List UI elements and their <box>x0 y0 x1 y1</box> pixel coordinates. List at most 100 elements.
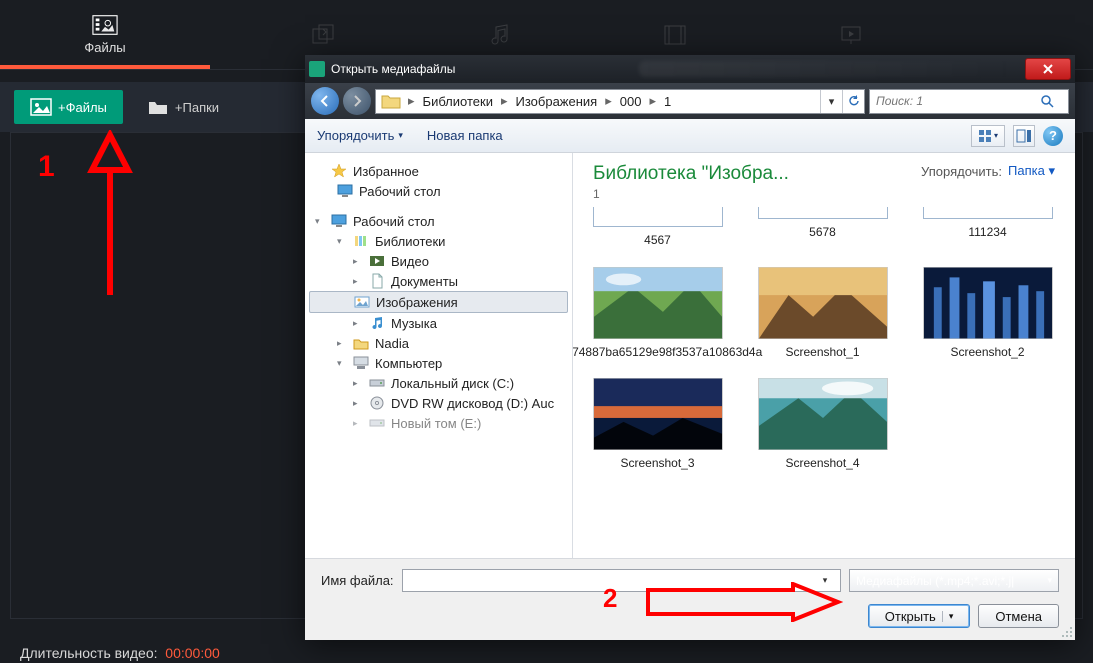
desktop-icon <box>331 213 347 229</box>
tree-libraries[interactable]: ▾ Библиотеки <box>305 231 572 251</box>
file-item[interactable]: Screenshot_3 <box>585 378 730 472</box>
open-button[interactable]: Открыть ▾ <box>868 604 971 628</box>
open-split-dropdown[interactable]: ▾ <box>942 611 954 622</box>
pictures-icon <box>354 294 370 310</box>
open-file-dialog: Открыть медиафайлы ▸ Библиотеки ▸ Изобра… <box>305 55 1075 640</box>
tree-desktop[interactable]: ▾ Рабочий стол <box>305 211 572 231</box>
thumbnails-icon <box>978 129 992 143</box>
add-folders-button[interactable]: +Папки <box>133 90 233 124</box>
annotation-arrow-1 <box>80 130 140 300</box>
nav-forward-button[interactable] <box>343 87 371 115</box>
organize-label: Упорядочить <box>317 128 394 143</box>
image-thumb <box>758 378 888 450</box>
dvd-icon <box>369 395 385 411</box>
arrow-left-icon <box>318 94 332 108</box>
titlebar: Открыть медиафайлы <box>305 55 1075 83</box>
dialog-footer: Имя файла: 2 ▾ Медиафайлы (*.mp4;*.avi;*… <box>305 558 1075 640</box>
files-tab-icon <box>91 14 119 36</box>
close-icon <box>1042 64 1054 74</box>
overlay-icon <box>310 23 336 47</box>
tree-dvd[interactable]: ▸ DVD RW дисковод (D:) Auc <box>305 393 572 413</box>
presentation-icon <box>838 23 864 47</box>
files-header: Библиотека "Изобра... 1 Упорядочить: Пап… <box>573 153 1075 201</box>
user-folder-icon <box>353 335 369 351</box>
music-icon <box>486 23 512 47</box>
filmstrip-icon <box>662 23 688 47</box>
file-thumb <box>593 207 723 227</box>
close-button[interactable] <box>1025 58 1071 80</box>
tree-music[interactable]: ▸ Музыка <box>305 313 572 333</box>
title-blur <box>639 61 1019 77</box>
library-subtitle: 1 <box>593 187 911 201</box>
filter-select[interactable]: Медиафайлы (*.mp4;*.avi;*.j| ▾ <box>849 569 1059 592</box>
view-mode-button[interactable]: ▾ <box>971 125 1005 147</box>
add-files-button[interactable]: +Файлы <box>14 90 123 124</box>
computer-icon <box>353 355 369 371</box>
crumb-2[interactable]: 000 <box>614 90 648 113</box>
files-pane: Библиотека "Изобра... 1 Упорядочить: Пап… <box>573 153 1075 558</box>
tree-desktop-fav[interactable]: Рабочий стол <box>305 181 572 201</box>
annotation-2: 2 <box>603 583 617 614</box>
address-dropdown[interactable]: ▾ <box>820 90 842 113</box>
preview-pane-button[interactable] <box>1013 125 1035 147</box>
nav-row: ▸ Библиотеки ▸ Изображения ▸ 000 ▸ 1 ▾ <box>305 83 1075 119</box>
drive-icon <box>369 415 385 431</box>
image-thumb <box>758 267 888 339</box>
preview-pane-icon <box>1014 126 1034 146</box>
status-bar: Длительность видео: 00:00:00 <box>20 645 220 661</box>
file-item[interactable]: 5678 <box>750 207 895 241</box>
tree-computer[interactable]: ▾ Компьютер <box>305 353 572 373</box>
tree-favorites[interactable]: Избранное <box>305 161 572 181</box>
arrange-by: Упорядочить: Папка ▾ <box>921 163 1055 179</box>
arrow-right-icon <box>350 94 364 108</box>
dialog-title: Открыть медиафайлы <box>331 62 633 76</box>
image-thumb <box>593 267 723 339</box>
annotation-1: 1 <box>38 150 55 184</box>
new-folder-button[interactable]: Новая папка <box>427 128 503 143</box>
new-folder-label: Новая папка <box>427 128 503 143</box>
help-button[interactable]: ? <box>1043 126 1063 146</box>
file-item[interactable]: Screenshot_2 <box>915 267 1060 361</box>
resize-grip-icon[interactable] <box>1059 624 1073 638</box>
address-bar[interactable]: ▸ Библиотеки ▸ Изображения ▸ 000 ▸ 1 ▾ <box>375 89 865 114</box>
crumb-1[interactable]: Изображения <box>510 90 604 113</box>
image-thumb <box>923 267 1053 339</box>
nav-tree[interactable]: Избранное Рабочий стол ▾ Рабочий стол ▾ … <box>305 153 573 558</box>
image-icon <box>30 98 52 116</box>
arrange-link[interactable]: Папка ▾ <box>1008 163 1055 179</box>
libraries-icon <box>353 233 369 249</box>
status-label: Длительность видео: <box>20 645 158 661</box>
music-lib-icon <box>369 315 385 331</box>
cancel-button[interactable]: Отмена <box>978 604 1059 628</box>
crumb-3[interactable]: 1 <box>658 90 677 113</box>
file-item[interactable]: 4567 <box>585 207 730 249</box>
organize-menu[interactable]: Упорядочить ▾ <box>317 128 403 143</box>
tree-nadia[interactable]: ▸ Nadia <box>305 333 572 353</box>
tab-files[interactable]: Файлы <box>0 0 210 69</box>
tree-videos[interactable]: ▸ Видео <box>305 251 572 271</box>
search-box[interactable] <box>869 89 1069 114</box>
search-icon <box>1040 94 1054 108</box>
tree-local-c[interactable]: ▸ Локальный диск (C:) <box>305 373 572 393</box>
video-lib-icon <box>369 253 385 269</box>
refresh-button[interactable] <box>842 90 864 113</box>
file-item[interactable]: c8974887ba65129e98f3537a10863d4a <box>585 267 730 361</box>
status-timecode: 00:00:00 <box>165 645 220 661</box>
file-item[interactable]: Screenshot_4 <box>750 378 895 472</box>
tree-documents[interactable]: ▸ Документы <box>305 271 572 291</box>
crumb-0[interactable]: Библиотеки <box>417 90 499 113</box>
drive-icon <box>369 375 385 391</box>
library-title: Библиотека "Изобра... <box>593 163 911 185</box>
nav-back-button[interactable] <box>311 87 339 115</box>
thumbnail-area[interactable]: 4567 5678 111234 <box>573 201 1075 558</box>
file-item[interactable]: 111234 <box>915 207 1060 241</box>
tree-pictures[interactable]: Изображения <box>309 291 568 313</box>
folder-small-icon <box>380 92 402 110</box>
file-item[interactable]: Screenshot_1 <box>750 267 895 361</box>
tree-new-e[interactable]: ▸ Новый том (E:) <box>305 413 572 433</box>
filename-label: Имя файла: <box>321 573 394 588</box>
desktop-icon <box>337 183 353 199</box>
search-input[interactable] <box>876 94 1036 108</box>
app-icon <box>309 61 325 77</box>
add-folders-label: +Папки <box>175 100 219 115</box>
